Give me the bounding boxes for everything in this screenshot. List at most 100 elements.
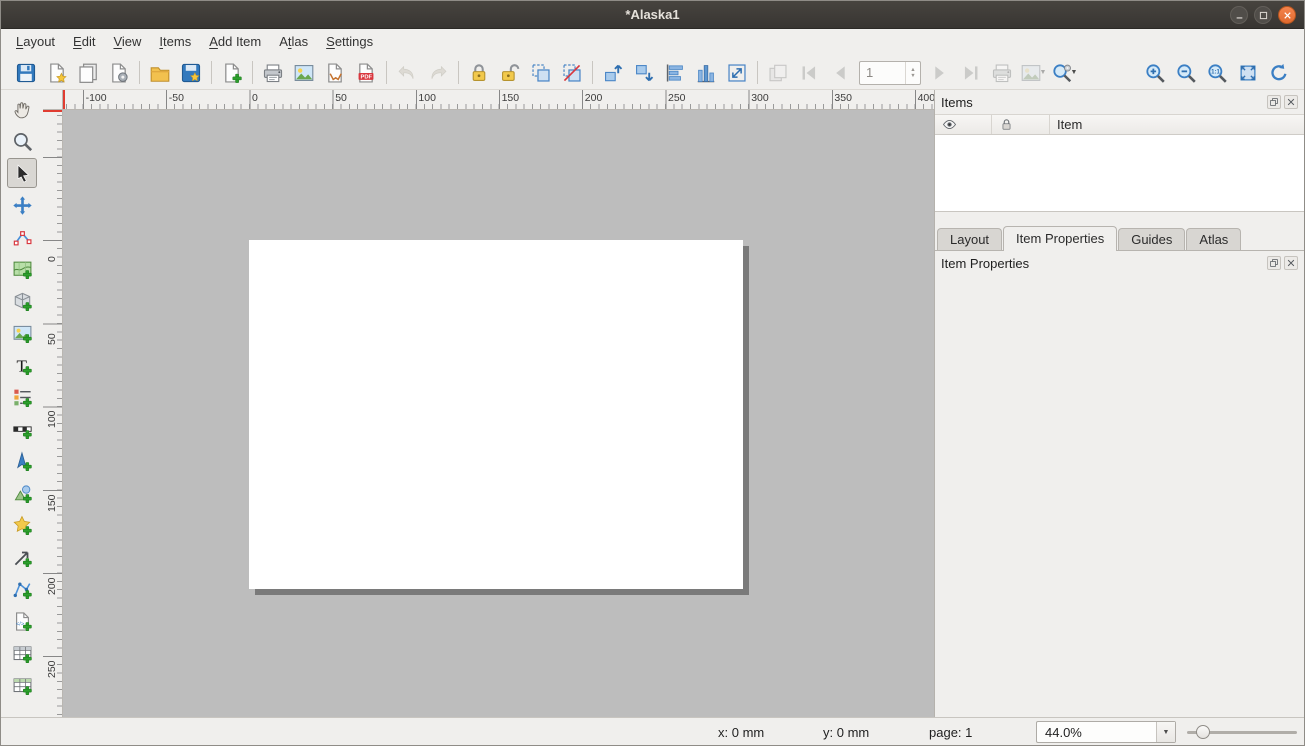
first-feature-button[interactable] xyxy=(794,58,824,88)
zoom-in-button[interactable] xyxy=(1140,58,1170,88)
lower-icon xyxy=(633,62,655,84)
layout-manager-button[interactable] xyxy=(104,58,134,88)
items-panel-close-button[interactable] xyxy=(1284,95,1298,109)
h-ruler-label: 200 xyxy=(585,92,603,104)
preview-atlas-button[interactable] xyxy=(763,58,793,88)
canvas-area: -100-50050100150200250300350400 05010015… xyxy=(43,90,934,717)
menu-view[interactable]: View xyxy=(104,29,150,56)
svg-text:PDF: PDF xyxy=(361,74,373,80)
zoom-slider-handle[interactable] xyxy=(1196,725,1210,739)
move-item-content-tool[interactable] xyxy=(7,190,37,220)
items-list[interactable] xyxy=(935,135,1304,212)
unlock-icon xyxy=(499,62,521,84)
add-label-tool[interactable]: T xyxy=(7,350,37,380)
floppy-icon xyxy=(15,62,37,84)
window-close-button[interactable] xyxy=(1278,6,1296,24)
print-atlas-button[interactable] xyxy=(987,58,1017,88)
export-svg-icon xyxy=(324,62,346,84)
folder-icon xyxy=(149,62,171,84)
add-map-tool[interactable] xyxy=(7,254,37,284)
tab-guides[interactable]: Guides xyxy=(1118,228,1185,250)
add-arrow-tool[interactable] xyxy=(7,542,37,572)
save-as-template-button[interactable] xyxy=(176,58,206,88)
zoom-tool[interactable] xyxy=(7,126,37,156)
add-shape-tool[interactable] xyxy=(7,478,37,508)
export-as-svg-button[interactable] xyxy=(320,58,350,88)
tab-layout[interactable]: Layout xyxy=(937,228,1002,250)
zoom-actual-button[interactable]: 1:1 xyxy=(1202,58,1232,88)
menu-layout[interactable]: Layout xyxy=(7,29,64,56)
menu-add-item[interactable]: Add Item xyxy=(200,29,270,56)
add-node-item-tool[interactable] xyxy=(7,574,37,604)
edit-nodes-item-tool[interactable] xyxy=(7,222,37,252)
combo-dropdown-icon[interactable]: ▼ xyxy=(1156,722,1175,742)
layout-canvas[interactable] xyxy=(63,110,934,717)
add-html-tool[interactable]: </> xyxy=(7,606,37,636)
lower-selected-items-button[interactable] xyxy=(629,58,659,88)
add-fixed-table-icon xyxy=(12,675,33,696)
tab-item-properties[interactable]: Item Properties xyxy=(1003,226,1117,251)
export-as-pdf-button[interactable]: PDF xyxy=(351,58,381,88)
save-project-button[interactable] xyxy=(11,58,41,88)
atlas-settings-button[interactable]: ▼ xyxy=(1049,58,1079,88)
pan-layout-tool[interactable] xyxy=(7,94,37,124)
add-scalebar-tool[interactable] xyxy=(7,414,37,444)
last-feature-button[interactable] xyxy=(956,58,986,88)
export-as-image-button[interactable] xyxy=(289,58,319,88)
tab-atlas[interactable]: Atlas xyxy=(1186,228,1241,250)
add-label-icon: T xyxy=(12,355,33,376)
add-arrow-icon xyxy=(12,547,33,568)
item-properties-close-button[interactable] xyxy=(1284,256,1298,270)
ruler-corner xyxy=(43,90,63,110)
add-fixed-table-tool[interactable] xyxy=(7,670,37,700)
duplicate-layout-button[interactable] xyxy=(73,58,103,88)
add-attribute-table-tool[interactable] xyxy=(7,638,37,668)
zoom-slider[interactable] xyxy=(1187,718,1299,746)
zoom-full-button[interactable] xyxy=(1233,58,1263,88)
nav-first-icon xyxy=(798,62,820,84)
raise-selected-items-button[interactable] xyxy=(598,58,628,88)
zoom-gear-icon xyxy=(1051,62,1073,84)
redo-button[interactable] xyxy=(423,58,453,88)
undo-button[interactable] xyxy=(392,58,422,88)
add-3d-map-tool[interactable] xyxy=(7,286,37,316)
spinbox-arrows-icon[interactable]: ▲▼ xyxy=(905,62,920,84)
atlas-page-spinbox[interactable]: 1▲▼ xyxy=(859,61,921,85)
add-legend-tool[interactable] xyxy=(7,382,37,412)
previous-feature-button[interactable] xyxy=(825,58,855,88)
add-marker-tool[interactable] xyxy=(7,510,37,540)
add-pages-button[interactable] xyxy=(217,58,247,88)
window-minimize-button[interactable] xyxy=(1230,6,1248,24)
new-layout-button[interactable] xyxy=(42,58,72,88)
align-selected-items-button[interactable] xyxy=(660,58,690,88)
export-atlas-button[interactable]: ▼ xyxy=(1018,58,1048,88)
distribute-selected-items-button[interactable] xyxy=(691,58,721,88)
refresh-view-button[interactable] xyxy=(1264,58,1294,88)
lock-selected-items-button[interactable] xyxy=(464,58,494,88)
raise-icon xyxy=(602,62,624,84)
items-panel-float-button[interactable] xyxy=(1267,95,1281,109)
next-feature-button[interactable] xyxy=(925,58,955,88)
zoom-level-combo[interactable]: 44.0% ▼ xyxy=(1036,721,1176,743)
unlock-all-items-button[interactable] xyxy=(495,58,525,88)
menu-edit[interactable]: Edit xyxy=(64,29,104,56)
resize-selected-items-button[interactable] xyxy=(722,58,752,88)
zoom-out-button[interactable] xyxy=(1171,58,1201,88)
menu-items[interactable]: Items xyxy=(150,29,200,56)
cursor-y-label: y: 0 mm xyxy=(823,725,869,740)
add-north-arrow-tool[interactable] xyxy=(7,446,37,476)
layout-page[interactable] xyxy=(249,240,743,589)
print-layout-button[interactable] xyxy=(258,58,288,88)
nav-last-icon xyxy=(960,62,982,84)
window-maximize-button[interactable] xyxy=(1254,6,1272,24)
group-items-button[interactable] xyxy=(526,58,556,88)
select-move-item-tool[interactable] xyxy=(7,158,37,188)
ungroup-items-button[interactable] xyxy=(557,58,587,88)
menu-settings[interactable]: Settings xyxy=(317,29,382,56)
add-items-from-template-button[interactable] xyxy=(145,58,175,88)
menu-atlas[interactable]: Atlas xyxy=(270,29,317,56)
h-ruler-label: 100 xyxy=(418,92,436,104)
h-ruler-label: -100 xyxy=(86,92,107,104)
item-properties-float-button[interactable] xyxy=(1267,256,1281,270)
add-picture-tool[interactable] xyxy=(7,318,37,348)
